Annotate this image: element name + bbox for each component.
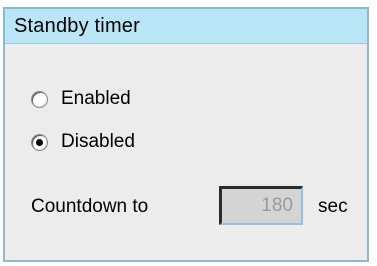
radio-selected-dot (36, 138, 43, 146)
enabled-radio-button[interactable] (31, 90, 48, 108)
disabled-radio-option[interactable]: Disabled (31, 131, 135, 153)
enabled-radio-label: Enabled (61, 88, 131, 109)
countdown-input[interactable]: 180 (219, 186, 303, 225)
enabled-radio-option[interactable]: Enabled (31, 88, 131, 110)
disabled-radio-label: Disabled (61, 131, 135, 152)
panel-title: Standby timer (14, 14, 140, 37)
disabled-radio-button[interactable] (31, 133, 48, 151)
standby-timer-panel: Standby timer Enabled Disabled Countdown… (3, 7, 369, 262)
panel-header: Standby timer (5, 9, 367, 44)
countdown-value: 180 (261, 195, 293, 216)
countdown-label: Countdown to (31, 196, 149, 217)
countdown-unit-label: sec (318, 196, 348, 217)
